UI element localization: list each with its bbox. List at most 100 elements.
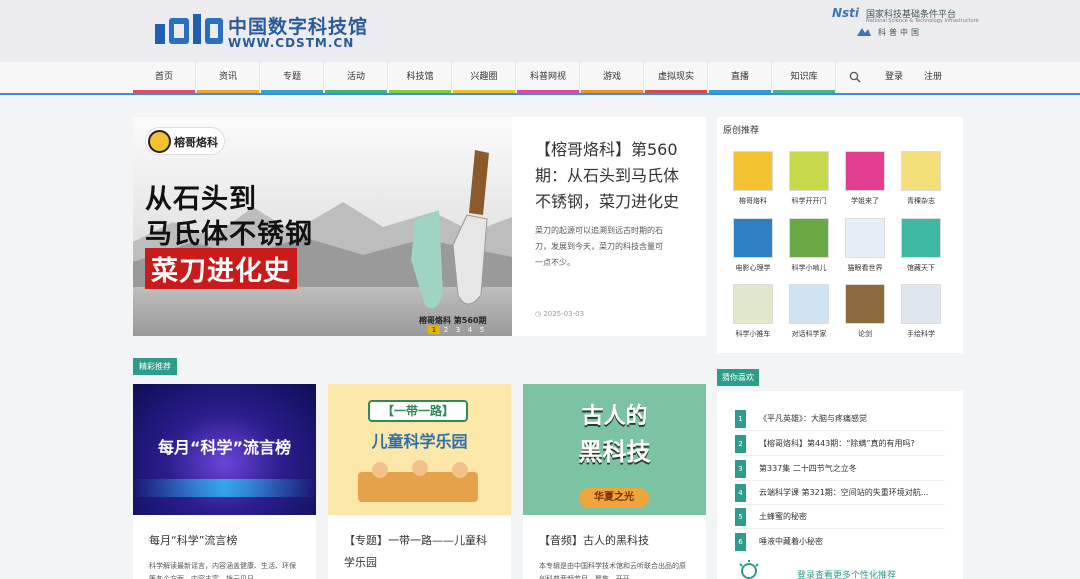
guess-item[interactable]: 5 土蜂蜜的秘密 [735, 505, 945, 529]
guess-item-title[interactable]: 土蜂蜜的秘密 [759, 505, 945, 529]
search-icon[interactable] [849, 71, 861, 83]
recommend-item[interactable]: 青稞杂志 [897, 151, 945, 206]
nav-item-live[interactable]: 直播 [709, 62, 772, 93]
guess-item-title[interactable]: 【榕哥烙科】第443期：“除螨”真的有用吗? [759, 432, 945, 456]
recommend-item[interactable]: 榕哥烙科 [729, 151, 777, 206]
recommend-label: 馆藏天下 [907, 264, 935, 272]
guess-item-title[interactable]: 唾液中藏着小秘密 [759, 530, 945, 554]
rank-number: 2 [735, 435, 746, 453]
nav-item-underline [325, 90, 387, 93]
rank-number: 3 [735, 460, 746, 478]
nav-item-underline [581, 90, 643, 93]
guess-item-title[interactable]: 云端科学课 第321期：空间站的失重环境对航... [759, 481, 945, 505]
nav-item-topics[interactable]: 专题 [261, 62, 324, 93]
nav-item-interest[interactable]: 兴趣圈 [453, 62, 516, 93]
carousel-dot[interactable]: 2 [440, 326, 452, 334]
nav-item-vr[interactable]: 虚拟现实 [645, 62, 708, 93]
recommend-item[interactable]: 猫眼看世界 [841, 218, 889, 273]
guess-item[interactable]: 1 《平凡英雄》：大脑与疼痛感觉 [735, 407, 945, 431]
recommend-thumb [845, 218, 885, 258]
content-card[interactable]: 古人的 黑科技 华夏之光 【音频】古人的黑科技 本专辑是由中国科学技术馆和云听联… [523, 384, 706, 579]
logo-icon [155, 14, 223, 48]
partner-second-title: 科普中国 [878, 28, 922, 37]
content-card[interactable]: 每月“科学”流言榜 每月“科学”流言榜 科学解读最新谣言，内容涵盖健康、生活、环… [133, 384, 316, 579]
card-title[interactable]: 每月“科学”流言榜 [149, 530, 301, 552]
recommend-item[interactable]: 手绘科学 [897, 284, 945, 339]
carousel-dot[interactable]: 5 [476, 326, 488, 334]
guess-item-title[interactable]: 《平凡英雄》：大脑与疼痛感觉 [759, 407, 945, 431]
nav-item-news[interactable]: 资讯 [197, 62, 260, 93]
rank-number: 6 [735, 533, 746, 551]
site-url: WWW.CDSTM.CN [228, 36, 355, 50]
recommend-thumb [845, 284, 885, 324]
site-logo[interactable]: 中国数字科技馆 WWW.CDSTM.CN [155, 10, 370, 52]
nav-item-museum[interactable]: 科技馆 [389, 62, 452, 93]
recommend-label: 青稞杂志 [907, 197, 935, 205]
guess-item[interactable]: 3 第337集 二十四节气之立冬 [735, 457, 945, 481]
nav-item-label: 活动 [346, 72, 365, 82]
recommend-item[interactable]: 论剑 [841, 284, 889, 339]
card-image: 每月“科学”流言榜 [133, 384, 316, 515]
login-for-more-link[interactable]: 登录查看更多个性化推荐 [797, 568, 896, 579]
recommend-item[interactable]: 科学小啃儿 [785, 218, 833, 273]
card-title[interactable]: 【专题】一带一路——儿童科学乐园 [344, 530, 496, 574]
recommend-item[interactable]: 科学开开门 [785, 151, 833, 206]
recommend-thumb [845, 151, 885, 191]
nav-item-home[interactable]: 首页 [133, 62, 196, 93]
recommend-item[interactable]: 对话科学家 [785, 284, 833, 339]
rank-number: 1 [735, 410, 746, 428]
recommend-label: 论剑 [858, 330, 872, 338]
nav-item-label: 首页 [154, 72, 173, 82]
featured-date: ◷ 2025-03-03 [535, 310, 585, 318]
mascot-face-icon [148, 130, 171, 153]
carousel-dot[interactable]: 1 [428, 326, 440, 334]
carousel-dot[interactable]: 4 [464, 326, 476, 334]
nav-item-label: 资讯 [218, 72, 237, 82]
card-description: 本专辑是由中国科学技术馆和云听联合出品的原创科普音频节目，聚焦...开开 [539, 562, 686, 579]
guess-item-title[interactable]: 第337集 二十四节气之立冬 [759, 457, 945, 481]
banner-headline-3: 菜刀进化史 [145, 248, 297, 289]
nav-item-underline [709, 90, 771, 93]
featured-banner[interactable]: 榕哥烙科 从石头到 马氏体不锈钢 菜刀进化史 榕哥烙科 第560期 12345 [133, 117, 512, 336]
register-link[interactable]: 注册 [924, 62, 942, 93]
card-title[interactable]: 【音频】古人的黑科技 [539, 530, 691, 552]
nav-item-underline [645, 90, 707, 93]
nav-item-games[interactable]: 游戏 [581, 62, 644, 93]
partner-logos[interactable]: Nsti 国家科技基础条件平台 National Science & Techn… [832, 4, 979, 44]
recommend-item[interactable]: 科学小推车 [729, 284, 777, 339]
nav-item-knowledge[interactable]: 知识库 [773, 62, 836, 93]
card-image-text: 儿童科学乐园 [371, 432, 468, 451]
nav-item-events[interactable]: 活动 [325, 62, 388, 93]
recommend-item[interactable]: 学姐来了 [841, 151, 889, 206]
guess-item[interactable]: 6 唾液中藏着小秘密 [735, 530, 945, 554]
nav-item-underline [389, 90, 451, 93]
card-image: 古人的 黑科技 华夏之光 [523, 384, 706, 515]
recommend-thumb [901, 218, 941, 258]
nav-item-label: 兴趣圈 [470, 72, 498, 82]
nav-item-label: 科普网视 [529, 72, 566, 82]
recommend-item[interactable]: 电影心理学 [729, 218, 777, 273]
nav-item-label: 直播 [730, 72, 749, 82]
site-name: 中国数字科技馆 [228, 16, 369, 38]
recommend-item[interactable]: 馆藏天下 [897, 218, 945, 273]
nav-item-label: 知识库 [790, 72, 818, 82]
guess-item[interactable]: 4 云端科学课 第321期：空间站的失重环境对航... [735, 481, 945, 505]
featured-title[interactable]: 【榕哥烙科】第560期：从石头到马氏体不锈钢，菜刀进化史 [535, 137, 683, 215]
featured-article: 榕哥烙科 从石头到 马氏体不锈钢 菜刀进化史 榕哥烙科 第560期 12345 … [133, 117, 706, 336]
content-card[interactable]: 【一带一路】 儿童科学乐园 【专题】一带一路——儿童科学乐园 [328, 384, 511, 579]
main-nav: 首页 资讯 专题 活动 科技馆 兴趣圈 科普网视 游戏 虚拟现实 直播 知识库 [0, 62, 1080, 95]
nav-item-label: 专题 [282, 72, 301, 82]
login-link[interactable]: 登录 [885, 62, 903, 93]
recommend-label: 对话科学家 [791, 330, 827, 338]
recommend-label: 科学小啃儿 [791, 264, 827, 272]
recommend-thumb [733, 151, 773, 191]
recommend-thumb [789, 151, 829, 191]
carousel-dot[interactable]: 3 [452, 326, 464, 334]
nav-item-video[interactable]: 科普网视 [517, 62, 580, 93]
nav-item-underline [197, 90, 259, 93]
banner-headline-1: 从石头到 [145, 184, 257, 215]
nav-item-underline [453, 90, 515, 93]
recommend-label: 电影心理学 [735, 264, 771, 272]
guess-item[interactable]: 2 【榕哥烙科】第443期：“除螨”真的有用吗? [735, 432, 945, 456]
featured-description: 菜刀的起源可以追溯到远古时期的石刀，发展到今天，菜刀的科技含量可一点不少。 [535, 226, 663, 267]
